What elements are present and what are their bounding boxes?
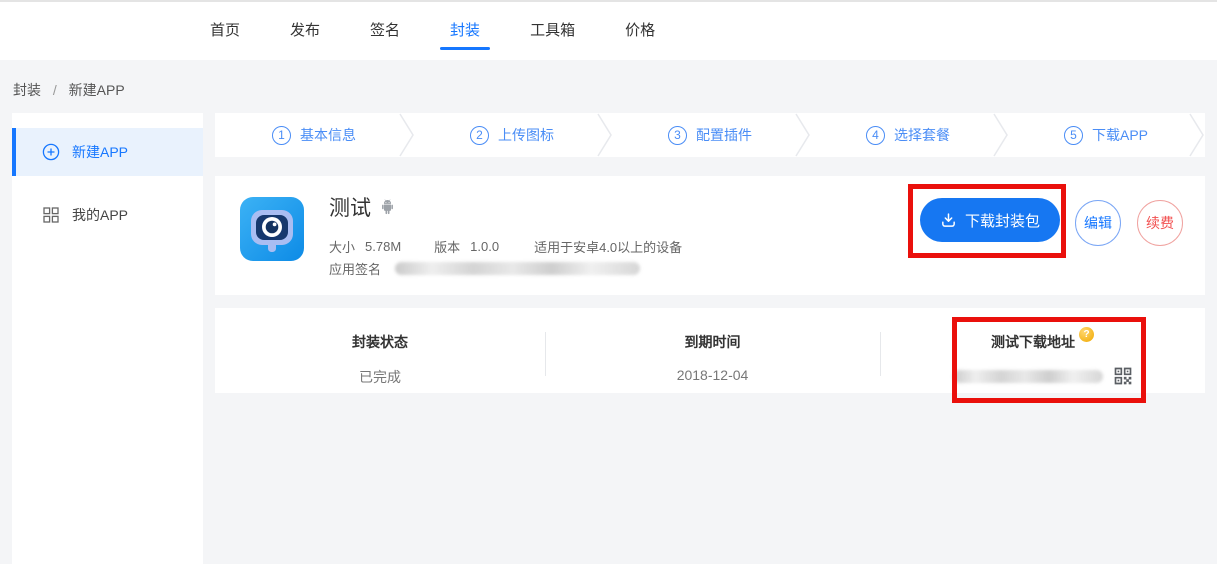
sidebar-item-label: 新建APP (72, 142, 128, 162)
app-card: 测试 大小 5.78M 版本 1.0.0 适用于安卓4.0以上的设备 应用签名 (215, 176, 1205, 295)
sidebar-item-new-app[interactable]: 新建APP (12, 128, 203, 176)
signature-redacted-blur (395, 262, 640, 275)
size-value: 5.78M (365, 239, 401, 254)
download-url-redacted-blur (953, 370, 1103, 383)
main-nav: 首页 发布 签名 封装 工具箱 价格 (0, 2, 1217, 60)
step-label: 基本信息 (300, 125, 356, 145)
app-signature-row: 应用签名 (329, 259, 640, 278)
step-select-plan[interactable]: 4 选择套餐 (809, 113, 1007, 157)
breadcrumb-new-app: 新建APP (69, 82, 125, 98)
test-download-address-cell (953, 366, 1133, 386)
package-state-value: 已完成 (359, 367, 401, 387)
step-configure-plugins[interactable]: 3 配置插件 (611, 113, 809, 157)
sidebar-item-my-app[interactable]: 我的APP (12, 191, 203, 239)
renew-button[interactable]: 续费 (1137, 200, 1183, 246)
app-name: 测试 (329, 192, 371, 222)
step-number: 1 (272, 126, 291, 145)
app-icon (240, 197, 304, 261)
test-download-label: 测试下载地址 (991, 332, 1075, 352)
package-state-label: 封装状态 (352, 332, 408, 352)
status-panel: 封装状态 已完成 到期时间 2018-12-04 测试下载地址 ? (215, 308, 1205, 393)
breadcrumb-separator: / (53, 82, 57, 98)
step-label: 选择套餐 (894, 125, 950, 145)
step-number: 2 (470, 126, 489, 145)
step-number: 5 (1064, 126, 1083, 145)
nav-item-publish[interactable]: 发布 (290, 2, 320, 60)
sidebar: 新建APP 我的APP (12, 113, 203, 564)
app-title-row: 测试 (329, 192, 396, 222)
status-divider (545, 332, 546, 376)
edit-button[interactable]: 编辑 (1075, 200, 1121, 246)
qr-code-icon[interactable] (1113, 366, 1133, 386)
compatibility-text: 适用于安卓4.0以上的设备 (534, 237, 682, 256)
status-column-expiry: 到期时间 2018-12-04 (545, 308, 880, 393)
version-value: 1.0.0 (470, 239, 499, 254)
step-download-app[interactable]: 5 下载APP (1007, 113, 1205, 157)
nav-item-toolbox[interactable]: 工具箱 (530, 2, 575, 60)
status-divider (880, 332, 881, 376)
status-column-package-state: 封装状态 已完成 (215, 308, 545, 393)
nav-item-home[interactable]: 首页 (210, 2, 240, 60)
step-number: 3 (668, 126, 687, 145)
signature-label: 应用签名 (329, 259, 381, 278)
sidebar-item-label: 我的APP (72, 205, 128, 225)
download-icon (940, 212, 957, 229)
step-wizard: 1 基本信息 2 上传图标 3 配置插件 4 选择套餐 5 下载APP (215, 113, 1205, 157)
nav-item-signature[interactable]: 签名 (370, 2, 400, 60)
plus-circle-icon (42, 143, 60, 161)
breadcrumb: 封装 / 新建APP (13, 80, 125, 100)
step-basic-info[interactable]: 1 基本信息 (215, 113, 413, 157)
step-label: 下载APP (1092, 125, 1148, 145)
status-column-test-download: 测试下载地址 ? (880, 308, 1205, 393)
step-number: 4 (866, 126, 885, 145)
nav-item-pricing[interactable]: 价格 (625, 2, 655, 60)
nav-item-package[interactable]: 封装 (450, 2, 480, 60)
size-label: 大小 (329, 237, 355, 256)
breadcrumb-package[interactable]: 封装 (13, 82, 41, 98)
android-icon (379, 199, 396, 216)
step-label: 配置插件 (696, 125, 752, 145)
step-upload-icon[interactable]: 2 上传图标 (413, 113, 611, 157)
expiry-value: 2018-12-04 (677, 367, 749, 383)
download-package-button[interactable]: 下载封装包 (920, 198, 1060, 242)
step-label: 上传图标 (498, 125, 554, 145)
app-packaging-page: 首页 发布 签名 封装 工具箱 价格 封装 / 新建APP 新建APP (0, 0, 1217, 564)
download-button-label: 下载封装包 (965, 210, 1040, 231)
top-header: 首页 发布 签名 封装 工具箱 价格 (0, 0, 1217, 60)
version-label: 版本 (434, 237, 460, 256)
grid-icon (42, 206, 60, 224)
app-meta-row: 大小 5.78M 版本 1.0.0 适用于安卓4.0以上的设备 (329, 237, 682, 256)
expiry-label: 到期时间 (685, 332, 741, 352)
question-badge-icon[interactable]: ? (1079, 327, 1094, 342)
